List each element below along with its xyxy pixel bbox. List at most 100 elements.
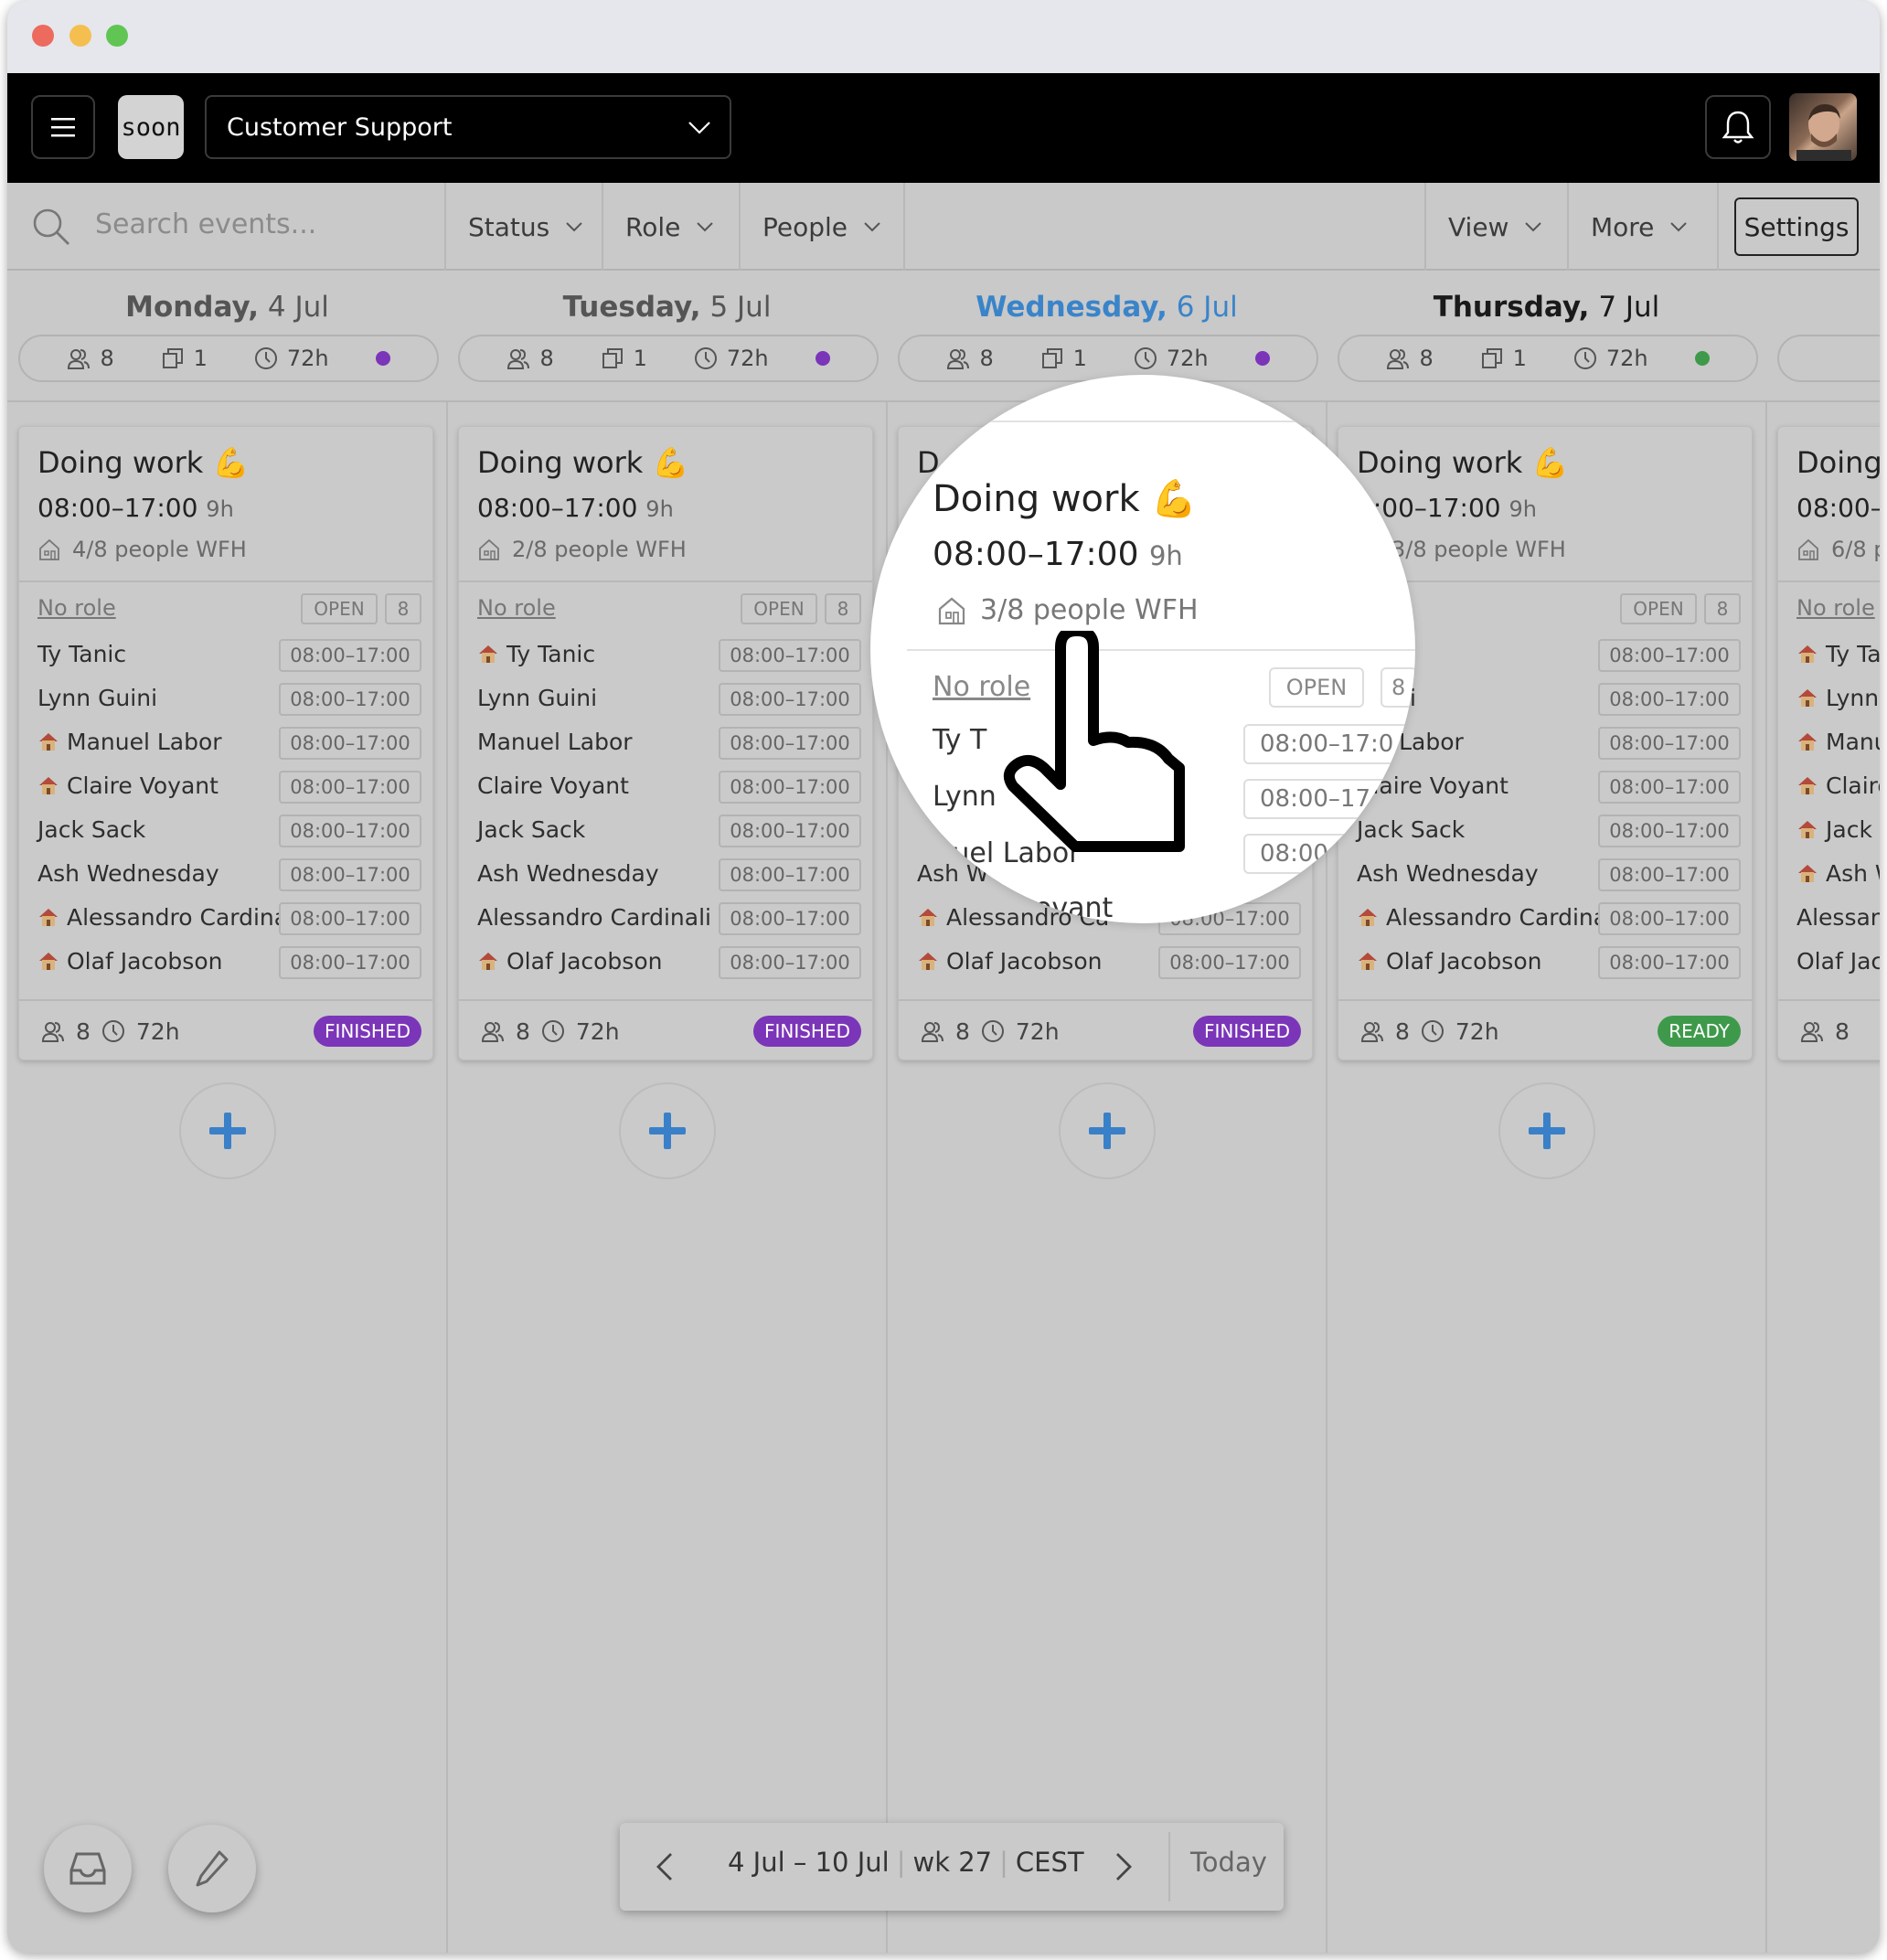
chevron-down-icon: [566, 222, 582, 232]
day-hours-stat: 72h: [254, 346, 329, 371]
day-stats-pill[interactable]: 8 1 72h: [18, 335, 439, 382]
person-time[interactable]: 08:00–17:00: [279, 946, 421, 979]
person-row[interactable]: Claire Voyant 08:00–17:00: [459, 765, 872, 809]
person-row[interactable]: Olaf Jacobson 08:00–17:00: [459, 941, 872, 985]
settings-button[interactable]: Settings: [1734, 197, 1859, 256]
person-row[interactable]: Olaf Jacobson 08:00–17:00: [1338, 941, 1752, 985]
status-badge: FINISHED: [752, 1016, 861, 1047]
today-button[interactable]: Today: [1190, 1847, 1267, 1878]
day-stats-pill[interactable]: 8 1 72h: [458, 335, 879, 382]
person-time[interactable]: 08:00–17:00: [1598, 771, 1741, 804]
person-time[interactable]: 08:00–17:00: [279, 771, 421, 804]
event-title: Doing work 💪: [1357, 445, 1569, 480]
person-row[interactable]: Alessand: [1778, 897, 1880, 941]
person-time[interactable]: 08:00–17:00: [719, 946, 861, 979]
minimize-window-button[interactable]: [69, 25, 91, 47]
search-input[interactable]: Search events...: [95, 208, 316, 240]
role-filter[interactable]: Role: [602, 183, 739, 271]
user-avatar[interactable]: [1789, 93, 1857, 161]
person-time[interactable]: 08:00–17:00: [719, 683, 861, 716]
person-row[interactable]: Alessandro Cardinali 08:00–17:00: [459, 897, 872, 941]
person-row[interactable]: Claire: [1778, 765, 1880, 809]
status-filter[interactable]: Status: [444, 183, 602, 271]
event-card[interactable]: Doing work 💪 08:00–17:00 9h 4/8 people WFH…: [18, 426, 433, 1060]
person-time[interactable]: 08:00–17:00: [1598, 727, 1741, 760]
person-row[interactable]: Manuel Labor 08:00–17:00: [19, 721, 432, 765]
person-row[interactable]: Olaf Jac: [1778, 941, 1880, 985]
person-row[interactable]: Jack Sack 08:00–17:00: [459, 809, 872, 853]
chevron-right-icon[interactable]: [1104, 1848, 1141, 1885]
maximize-window-button[interactable]: [106, 25, 128, 47]
person-name: Jack Sack: [37, 816, 145, 843]
person-time[interactable]: 08:00–17:00: [1598, 815, 1741, 847]
person-row[interactable]: Ty Tanic 08:00–17:00: [459, 634, 872, 677]
person-time[interactable]: 08:00–17:00: [1598, 902, 1741, 935]
add-event-button[interactable]: [178, 1082, 276, 1179]
role-link[interactable]: No role: [1796, 595, 1875, 621]
add-event-button[interactable]: [1498, 1082, 1595, 1179]
person-time[interactable]: 08:00–17:00: [279, 902, 421, 935]
person-row[interactable]: Lynn Guini 08:00–17:00: [459, 677, 872, 721]
person-time[interactable]: 08:00–17:00: [719, 902, 861, 935]
inbox-button[interactable]: [44, 1825, 132, 1912]
more-menu[interactable]: More: [1567, 183, 1719, 271]
person-time[interactable]: 08:00–17:00: [719, 639, 861, 672]
person-row[interactable]: Manue: [1778, 721, 1880, 765]
person-row[interactable]: Alessandro Cardinali 08:00–17:00: [19, 897, 432, 941]
day-stats-pill[interactable]: 8: [1777, 335, 1880, 382]
event-card[interactable]: Doing 08:00– 6/8 p No role Ty Tar Lynn G Manu…: [1777, 426, 1880, 1060]
add-event-button[interactable]: [1058, 1082, 1156, 1179]
person-time[interactable]: 08:00–17:00: [279, 727, 421, 760]
person-row[interactable]: Ash Wednesday 08:00–17:00: [19, 853, 432, 897]
person-row[interactable]: Ash W: [1778, 853, 1880, 897]
person-row[interactable]: Jack Sack 08:00–17:00: [19, 809, 432, 853]
person-time[interactable]: 08:00–17:00: [279, 858, 421, 891]
team-select[interactable]: Customer Support: [205, 95, 731, 159]
day-label: Wednesday, 6 Jul: [887, 291, 1327, 324]
add-event-button[interactable]: [618, 1082, 716, 1179]
day-people-stat: 8: [67, 346, 114, 371]
person-time[interactable]: 08:00–17:00: [279, 639, 421, 672]
person-time[interactable]: 08:00–17:00: [719, 771, 861, 804]
day-status-dot: [1254, 351, 1270, 366]
role-link[interactable]: No role: [477, 595, 556, 621]
person-row[interactable]: Ash Wednesday 08:00–17:00: [459, 853, 872, 897]
search-box[interactable]: Search events...: [7, 183, 444, 271]
close-window-button[interactable]: [32, 25, 54, 47]
person-row[interactable]: Olaf Jacobson 08:00–17:00: [899, 941, 1312, 985]
person-name: Jack Sack: [477, 816, 585, 843]
day-label: Monday, 4 Jul: [7, 291, 447, 324]
person-row[interactable]: Olaf Jacobson 08:00–17:00: [19, 941, 432, 985]
role-link[interactable]: No role: [37, 595, 116, 621]
people-icon: [1360, 1019, 1384, 1043]
chevron-left-icon[interactable]: [647, 1848, 684, 1885]
person-row[interactable]: Lynn Guini 08:00–17:00: [19, 677, 432, 721]
notifications-button[interactable]: [1705, 95, 1771, 159]
edit-button[interactable]: [168, 1825, 256, 1912]
person-row[interactable]: Manuel Labor 08:00–17:00: [459, 721, 872, 765]
person-time[interactable]: 08:00–17:00: [279, 815, 421, 847]
day-stats-pill[interactable]: 8 1 72h: [898, 335, 1318, 382]
person-time[interactable]: 08:00–17:00: [1598, 683, 1741, 716]
people-filter[interactable]: People: [739, 183, 905, 271]
person-time[interactable]: 08:00–17:00: [1598, 639, 1741, 672]
person-row[interactable]: Jack S: [1778, 809, 1880, 853]
person-time[interactable]: 08:00–17:00: [719, 815, 861, 847]
person-time[interactable]: 08:00–17:00: [719, 727, 861, 760]
person-time[interactable]: 08:00–17:00: [1598, 858, 1741, 891]
person-row[interactable]: Alessandro Cardinali 08:00–17:00: [1338, 897, 1752, 941]
view-menu[interactable]: View: [1424, 183, 1567, 271]
person-row[interactable]: Lynn G: [1778, 677, 1880, 721]
person-time[interactable]: 08:00–17:00: [1158, 946, 1301, 979]
day-stats-pill[interactable]: 8 1 72h: [1338, 335, 1758, 382]
person-row[interactable]: Claire Voyant 08:00–17:00: [19, 765, 432, 809]
app-logo[interactable]: soon: [118, 95, 184, 159]
menu-button[interactable]: [31, 95, 95, 159]
person-row[interactable]: Ty Tar: [1778, 634, 1880, 677]
event-card[interactable]: Doing work 💪 08:00–17:00 9h 2/8 people WFH…: [458, 426, 873, 1060]
person-row[interactable]: Ty Tanic 08:00–17:00: [19, 634, 432, 677]
person-time[interactable]: 08:00–17:00: [279, 683, 421, 716]
person-time[interactable]: 08:00–17:00: [1598, 946, 1741, 979]
day-label: Tuesday, 5 Jul: [447, 291, 887, 324]
person-time[interactable]: 08:00–17:00: [719, 858, 861, 891]
